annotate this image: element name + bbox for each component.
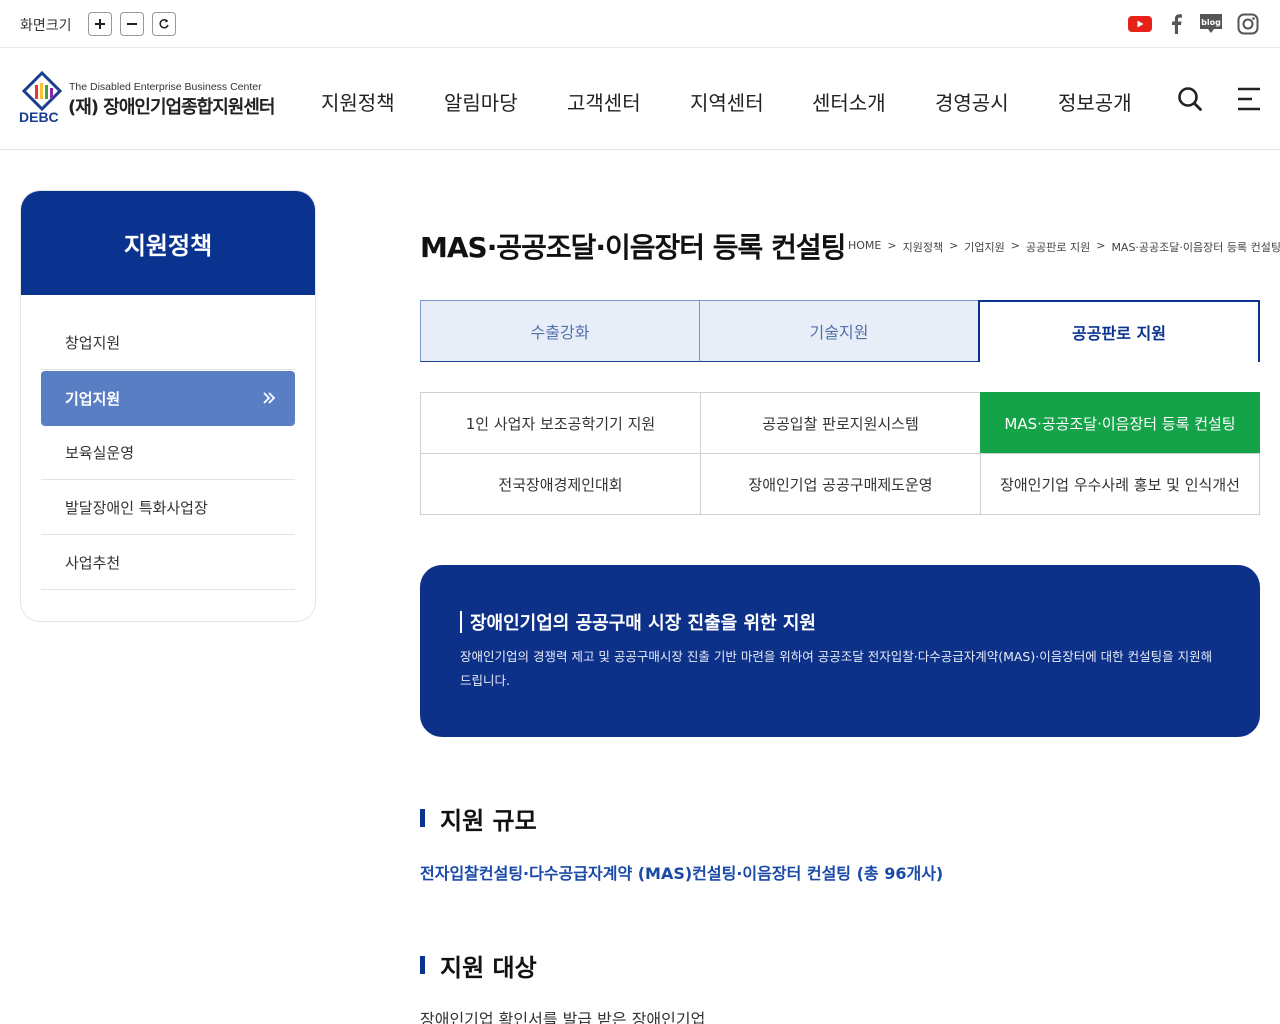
double-chevron-right-icon xyxy=(263,392,276,404)
utility-bar: 화면크기 blog xyxy=(0,0,1280,48)
breadcrumb-item[interactable]: 기업지원 xyxy=(964,239,1004,255)
sidebar: 지원정책 창업지원 기업지원 보육실운영 발달장애인 특화사업장 사업추천 xyxy=(20,190,316,622)
sidebar-item-label: 사업추천 xyxy=(65,553,121,572)
sidebar-item-recommendation[interactable]: 사업추천 xyxy=(41,535,295,590)
zoom-reset-button[interactable] xyxy=(152,12,176,36)
sidebar-item-business-support[interactable]: 기업지원 xyxy=(41,371,295,426)
blog-icon: blog xyxy=(1200,14,1222,33)
banner-description: 장애인기업의 경쟁력 제고 및 공공구매시장 진출 기반 마련을 위하여 공공조… xyxy=(460,649,1213,688)
facebook-icon xyxy=(1172,14,1182,34)
gnb-item-regional-center[interactable]: 지역센터 xyxy=(690,87,764,116)
refresh-icon xyxy=(159,19,169,29)
blog-icon-text: blog xyxy=(1201,18,1221,27)
sidebar-item-label: 창업지원 xyxy=(65,333,121,352)
sidebar-title: 지원정책 xyxy=(21,191,315,295)
banner-title: 장애인기업의 공공구매 시장 진출을 위한 지원 xyxy=(470,613,816,634)
breadcrumb-separator: > xyxy=(887,239,897,252)
blog-link[interactable]: blog xyxy=(1198,11,1224,37)
subtab-public-purchase[interactable]: 장애인기업 공공구매제도운영 xyxy=(700,453,981,515)
page-title: MAS·공공조달·이음장터 등록 컨설팅 xyxy=(420,231,846,264)
plus-icon xyxy=(95,19,105,29)
site-logo[interactable]: The Disabled Enterprise Business Center … xyxy=(18,71,288,131)
breadcrumb-separator: > xyxy=(949,239,959,252)
logo-korean-name: (재) 장애인기업종합지원센터 xyxy=(68,97,275,118)
zoom-out-button[interactable] xyxy=(120,12,144,36)
sidebar-item-developmental-disability[interactable]: 발달장애인 특화사업장 xyxy=(41,480,295,535)
gnb-item-management-disclosure[interactable]: 경영공시 xyxy=(935,87,1009,116)
sidebar-item-label: 발달장애인 특화사업장 xyxy=(65,498,208,517)
subtab-assistive-device[interactable]: 1인 사업자 보조공학기기 지원 xyxy=(420,392,701,454)
facebook-link[interactable] xyxy=(1163,11,1189,37)
banner-accent-bar xyxy=(460,611,462,633)
sidebar-item-startup[interactable]: 창업지원 xyxy=(41,315,295,370)
logo-english-name: The Disabled Enterprise Business Center xyxy=(69,81,262,93)
sidebar-item-label: 보육실운영 xyxy=(65,443,135,462)
breadcrumb-separator: > xyxy=(1096,239,1106,252)
tab-label: 기술지원 xyxy=(809,323,869,342)
section-scale-text: 전자입찰컨설팅·다수공급자계약 (MAS)컨설팅·이음장터 컨설팅 (총 96개… xyxy=(420,864,944,883)
section-marker xyxy=(420,956,425,974)
breadcrumb-current: MAS·공공조달·이음장터 등록 컨설팅 xyxy=(1111,241,1280,254)
intro-banner: 장애인기업의 공공구매 시장 진출을 위한 지원 장애인기업의 경쟁력 제고 및… xyxy=(420,565,1260,737)
menu-icon[interactable] xyxy=(1235,85,1263,113)
subtab-label: 전국장애경제인대회 xyxy=(498,475,623,494)
tab-export[interactable]: 수출강화 xyxy=(420,300,700,362)
subtab-label: MAS·공공조달·이음장터 등록 컨설팅 xyxy=(1004,414,1236,433)
sidebar-item-incubation[interactable]: 보육실운영 xyxy=(41,425,295,480)
sidebar-item-label: 기업지원 xyxy=(65,390,121,408)
section-marker xyxy=(420,809,425,827)
subtab-label: 장애인기업 공공구매제도운영 xyxy=(748,475,933,494)
breadcrumb-home[interactable]: HOME xyxy=(848,239,881,255)
search-icon[interactable] xyxy=(1176,85,1204,113)
gnb-item-support-policy[interactable]: 지원정책 xyxy=(321,87,395,116)
logo-abbreviation: DEBC xyxy=(19,109,59,125)
section-target-text: 장애인기업 확인서를 발급 받은 장애인기업 xyxy=(420,1010,706,1024)
youtube-link[interactable] xyxy=(1127,11,1153,37)
tab-technology[interactable]: 기술지원 xyxy=(699,300,979,362)
gnb-item-about[interactable]: 센터소개 xyxy=(812,87,886,116)
subtab-national-convention[interactable]: 전국장애경제인대회 xyxy=(420,453,701,515)
minus-icon xyxy=(127,23,137,25)
tab-label: 수출강화 xyxy=(530,323,590,342)
subtab-label: 장애인기업 우수사례 홍보 및 인식개선 xyxy=(1000,475,1240,494)
subtab-label: 1인 사업자 보조공학기기 지원 xyxy=(465,414,656,433)
zoom-label: 화면크기 xyxy=(20,18,72,34)
youtube-icon xyxy=(1128,16,1152,32)
gnb-item-notice[interactable]: 알림마당 xyxy=(444,87,518,116)
zoom-in-button[interactable] xyxy=(88,12,112,36)
breadcrumb: HOME > 지원정책 > 기업지원 > 공공판로 지원 > MAS·공공조달·… xyxy=(848,239,1280,255)
breadcrumb-item[interactable]: 지원정책 xyxy=(903,239,943,255)
logo-mark-icon xyxy=(21,71,63,111)
gnb-item-info-disclosure[interactable]: 정보공개 xyxy=(1058,87,1132,116)
section-title-scale: 지원 규모 xyxy=(440,807,537,835)
gnb-item-customer-center[interactable]: 고객센터 xyxy=(567,87,641,116)
breadcrumb-separator: > xyxy=(1010,239,1020,252)
tab-label: 공공판로 지원 xyxy=(1072,324,1166,343)
subtab-label: 공공입찰 판로지원시스템 xyxy=(762,414,919,433)
instagram-link[interactable] xyxy=(1235,11,1261,37)
subtab-mas-consulting[interactable]: MAS·공공조달·이음장터 등록 컨설팅 xyxy=(980,392,1260,454)
subtab-bid-system[interactable]: 공공입찰 판로지원시스템 xyxy=(700,392,981,454)
subtab-best-practice[interactable]: 장애인기업 우수사례 홍보 및 인식개선 xyxy=(980,453,1260,515)
tab-public-procurement[interactable]: 공공판로 지원 xyxy=(978,300,1260,362)
instagram-icon xyxy=(1237,13,1259,35)
breadcrumb-item[interactable]: 공공판로 지원 xyxy=(1026,239,1090,255)
section-title-target: 지원 대상 xyxy=(440,954,537,982)
site-header: The Disabled Enterprise Business Center … xyxy=(0,49,1280,150)
